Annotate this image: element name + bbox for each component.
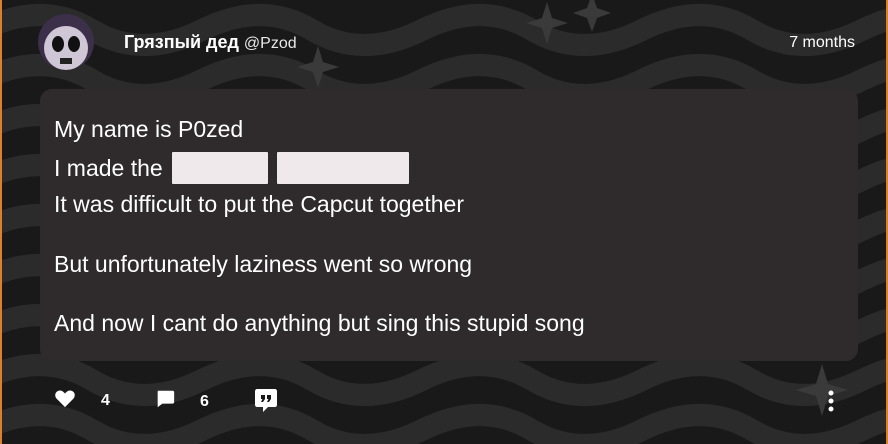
post-card: Грязпый дед @Pzod 7 months My name is P0… [0, 0, 888, 444]
comment-action[interactable]: 6 [154, 388, 209, 415]
avatar-image [38, 14, 94, 70]
message-bubble [40, 89, 858, 361]
sparkle-decoration [573, 0, 611, 32]
post-timestamp: 7 months [789, 34, 855, 51]
heart-icon[interactable] [54, 388, 76, 413]
avatar[interactable] [38, 14, 94, 70]
author-name[interactable]: Грязпый дед [124, 32, 239, 53]
more-options-button[interactable] [825, 389, 837, 418]
post-author: Грязпый дед @Pzod [124, 32, 297, 53]
more-vertical-icon[interactable] [825, 389, 837, 418]
author-handle[interactable]: @Pzod [244, 35, 297, 53]
like-count: 4 [101, 391, 110, 409]
like-action[interactable]: 4 [54, 388, 110, 413]
quote-action[interactable] [254, 387, 278, 418]
comment-count: 6 [200, 392, 209, 410]
comment-icon[interactable] [154, 388, 176, 415]
quote-icon[interactable] [254, 387, 278, 418]
post-actions-bar: 4 6 [2, 384, 886, 420]
